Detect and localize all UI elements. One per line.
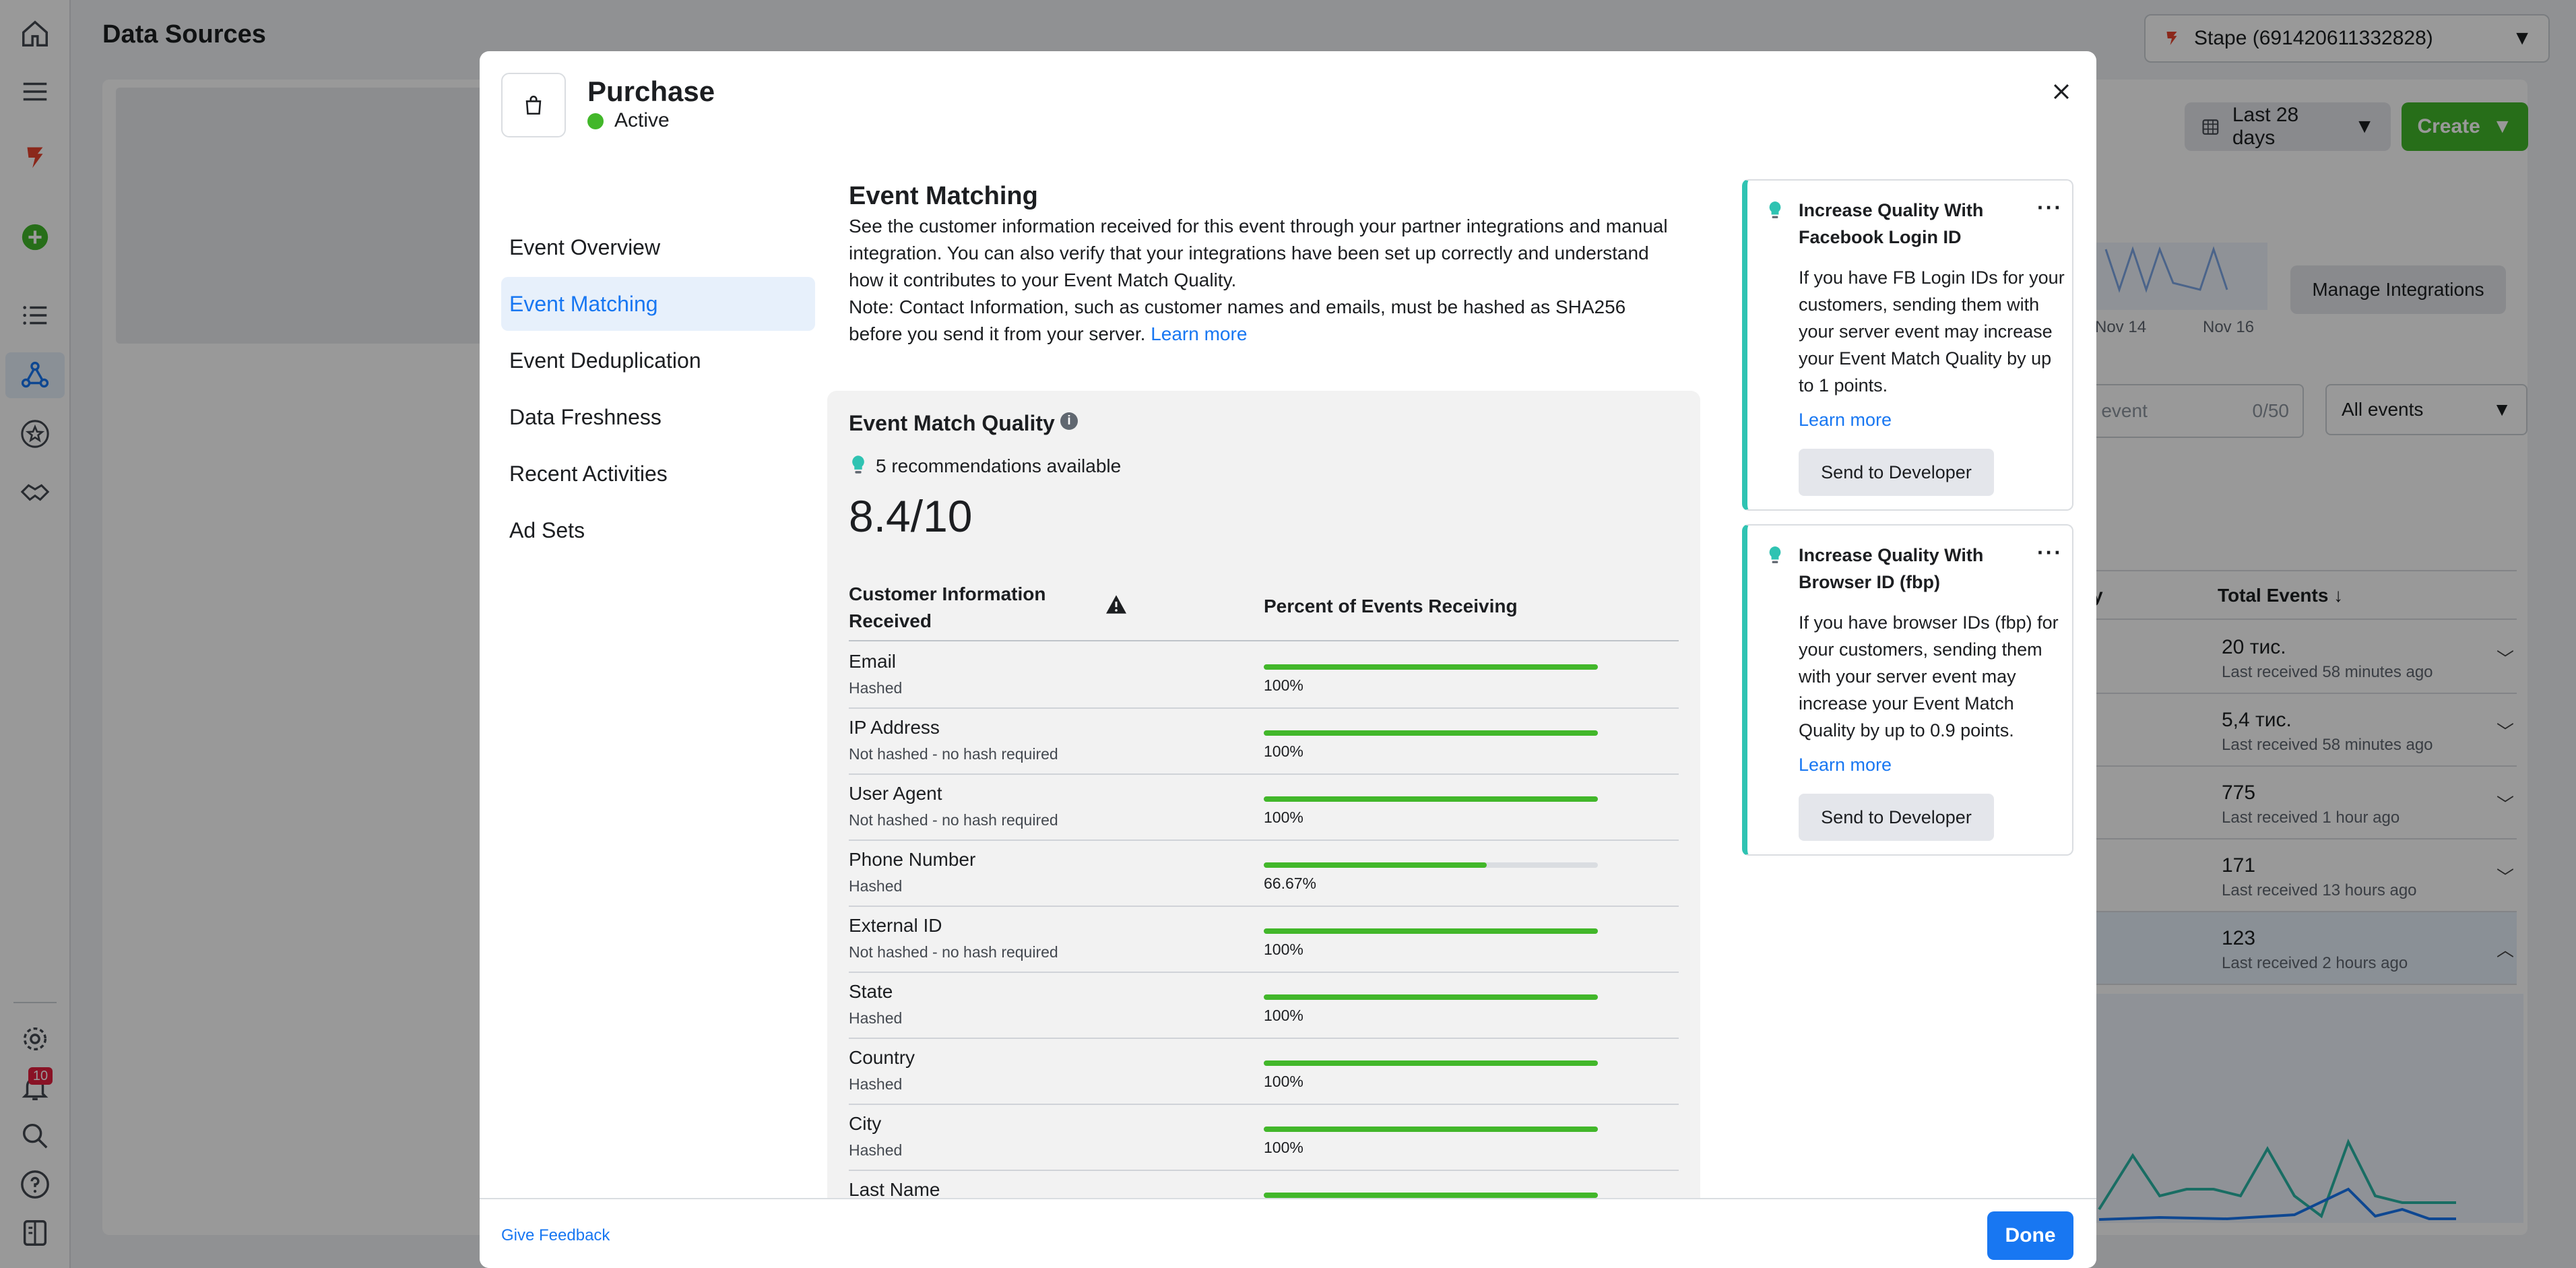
- progress-track: [1264, 1193, 1598, 1198]
- nav-item-data-freshness[interactable]: Data Freshness: [501, 390, 815, 444]
- progress-fill: [1264, 664, 1598, 670]
- progress-track: [1264, 994, 1598, 1000]
- status-indicator: [587, 113, 604, 129]
- nav-item-event-matching[interactable]: Event Matching: [501, 277, 815, 331]
- recommendation-card: Increase Quality With Facebook Login ID ·…: [1742, 179, 2073, 511]
- percent-value: 100%: [1264, 742, 1303, 760]
- progress-track: [1264, 862, 1598, 868]
- learn-more-link[interactable]: Learn more: [1799, 410, 1892, 431]
- progress-fill: [1264, 730, 1598, 736]
- progress-track: [1264, 664, 1598, 670]
- percent-value: 100%: [1264, 809, 1303, 826]
- progress-fill: [1264, 796, 1598, 802]
- parameter-name: Country: [849, 1047, 915, 1068]
- progress-track: [1264, 796, 1598, 802]
- recommendations-count[interactable]: 5 recommendations available: [876, 455, 1121, 477]
- nav-item-recent-activities[interactable]: Recent Activities: [501, 447, 815, 501]
- table-row: Country Hashed 100%: [849, 1039, 1679, 1105]
- nav-item-event-overview[interactable]: Event Overview: [501, 220, 815, 274]
- close-icon: [2053, 84, 2069, 100]
- progress-fill: [1264, 928, 1598, 934]
- parameter-name: City: [849, 1113, 882, 1134]
- section-description: See the customer information received fo…: [849, 213, 1684, 348]
- lightbulb-icon: [1766, 199, 1784, 224]
- progress-track: [1264, 928, 1598, 934]
- hash-status: Hashed: [849, 1141, 903, 1159]
- event-details-dialog: Purchase Active Event Overview Event Matc…: [480, 51, 2096, 1268]
- parameter-name: External ID: [849, 915, 942, 936]
- progress-track: [1264, 1060, 1598, 1066]
- parameter-name: User Agent: [849, 783, 942, 804]
- table-row: State Hashed 100%: [849, 973, 1679, 1039]
- hash-status: Hashed: [849, 1009, 903, 1027]
- hash-status: Not hashed - no hash required: [849, 811, 1058, 829]
- table-row: IP Address Not hashed - no hash required 1…: [849, 709, 1679, 775]
- emq-title: Event Match Quality: [849, 411, 1055, 435]
- recommendation-body: If you have browser IDs (fbp) for your c…: [1799, 612, 2059, 740]
- learn-more-link[interactable]: Learn more: [1151, 323, 1247, 344]
- event-name: Purchase: [587, 75, 715, 107]
- description-text: See the customer information received fo…: [849, 216, 1668, 290]
- hashing-note: Note: Contact Information, such as custo…: [849, 294, 1684, 348]
- more-options-icon[interactable]: ···: [2037, 540, 2063, 565]
- nav-item-event-deduplication[interactable]: Event Deduplication: [501, 334, 815, 387]
- warning-icon[interactable]: [1105, 594, 1128, 618]
- table-row: Email Hashed 100%: [849, 643, 1679, 709]
- hash-status: Hashed: [849, 1075, 903, 1093]
- progress-fill: [1264, 1127, 1598, 1132]
- shopping-bag-icon: [501, 73, 566, 137]
- recommendation-card: Increase Quality With Browser ID (fbp) ··…: [1742, 524, 2073, 856]
- percent-value: 100%: [1264, 941, 1303, 958]
- learn-more-link[interactable]: Learn more: [1799, 755, 1892, 775]
- table-header-divider: [849, 640, 1679, 641]
- percent-value: 100%: [1264, 1073, 1303, 1090]
- progress-fill: [1264, 1060, 1598, 1066]
- parameter-name: Phone Number: [849, 849, 976, 870]
- recommendation-title: Increase Quality With Facebook Login ID: [1799, 200, 1984, 247]
- send-to-developer-button[interactable]: Send to Developer: [1799, 794, 1994, 841]
- section-title: Event Matching: [849, 182, 1038, 210]
- table-row: User Agent Not hashed - no hash required 1…: [849, 775, 1679, 841]
- recommendation-body: If you have FB Login IDs for your custom…: [1799, 267, 2065, 395]
- give-feedback-link[interactable]: Give Feedback: [501, 1226, 610, 1245]
- column-header-customer-info: Customer Information Received: [849, 583, 1046, 631]
- recommendation-title: Increase Quality With Browser ID (fbp): [1799, 545, 1984, 592]
- table-row: City Hashed 100%: [849, 1105, 1679, 1171]
- close-button[interactable]: [2040, 70, 2083, 113]
- nav-item-ad-sets[interactable]: Ad Sets: [501, 503, 815, 557]
- progress-track: [1264, 1127, 1598, 1132]
- more-options-icon[interactable]: ···: [2037, 195, 2063, 220]
- column-header-percent: Percent of Events Receiving: [1264, 596, 1518, 616]
- hash-status: Not hashed - no hash required: [849, 943, 1058, 961]
- progress-track: [1264, 730, 1598, 736]
- hash-status: Hashed: [849, 679, 903, 697]
- progress-fill: [1264, 994, 1598, 1000]
- done-button[interactable]: Done: [1987, 1211, 2073, 1260]
- progress-fill: [1264, 862, 1487, 868]
- hash-status: Not hashed - no hash required: [849, 745, 1058, 763]
- progress-fill: [1264, 1193, 1598, 1198]
- percent-value: 66.67%: [1264, 875, 1317, 892]
- parameter-name: IP Address: [849, 717, 940, 738]
- dialog-footer: Give Feedback Done: [480, 1198, 2096, 1268]
- send-to-developer-button[interactable]: Send to Developer: [1799, 449, 1994, 496]
- percent-value: 100%: [1264, 676, 1303, 694]
- info-icon[interactable]: i: [1060, 412, 1078, 430]
- table-row: Phone Number Hashed 66.67%: [849, 841, 1679, 907]
- parameter-name: Email: [849, 651, 897, 672]
- lightbulb-icon: [1766, 544, 1784, 569]
- emq-score: 8.4/10: [849, 491, 973, 541]
- percent-value: 100%: [1264, 1139, 1303, 1156]
- lightbulb-icon: [849, 454, 868, 479]
- event-status: Active: [614, 109, 670, 131]
- hash-status: Hashed: [849, 877, 903, 895]
- event-match-quality-card: Event Match Quality i 5 recommendations …: [827, 391, 1700, 1268]
- table-row: External ID Not hashed - no hash required…: [849, 907, 1679, 973]
- parameter-name: State: [849, 981, 893, 1002]
- percent-value: 100%: [1264, 1007, 1303, 1024]
